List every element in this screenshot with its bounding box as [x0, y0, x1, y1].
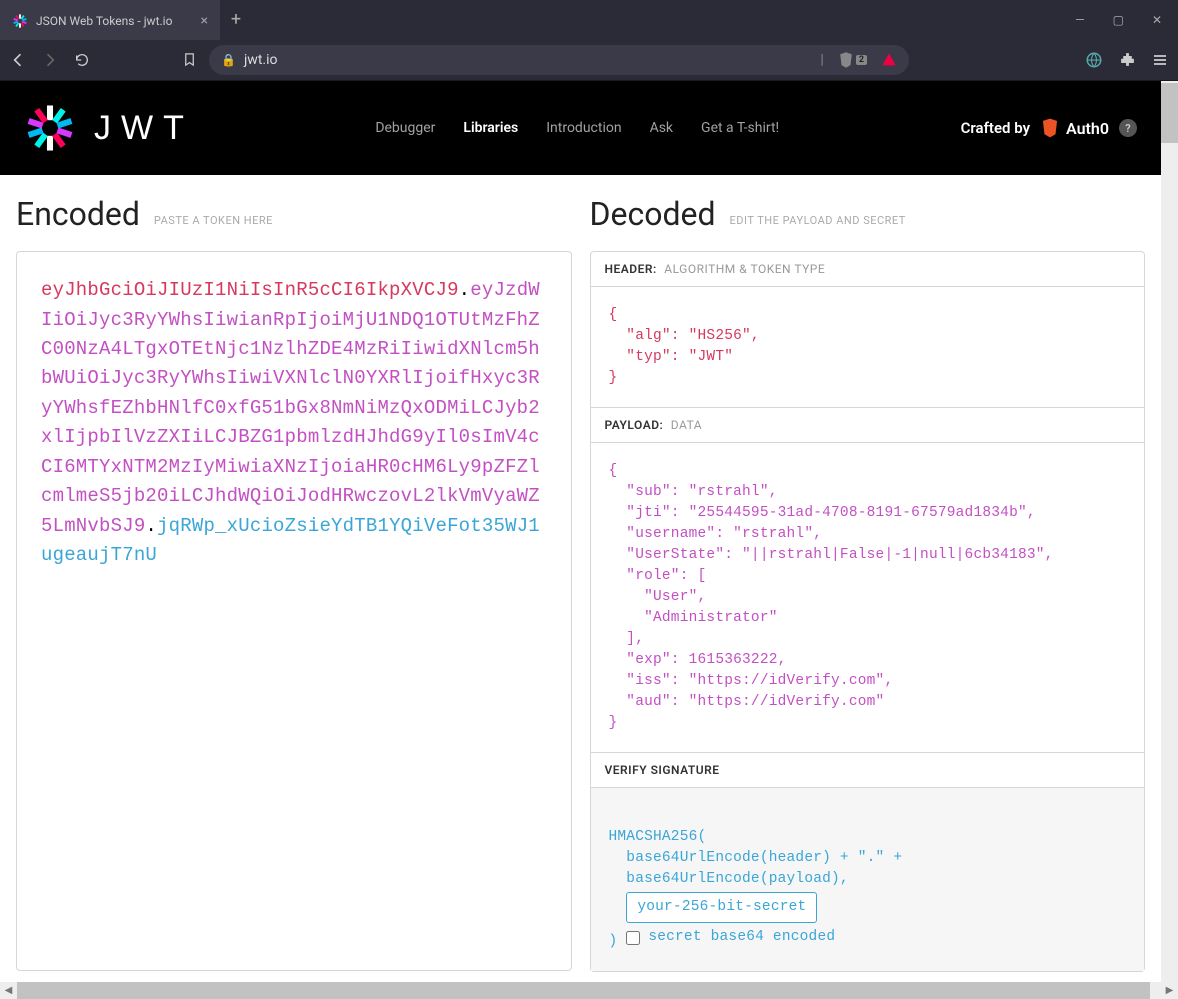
close-tab-icon[interactable]: × [201, 13, 208, 29]
hscroll-left-arrow[interactable]: ◀ [0, 985, 17, 996]
site-header: JWT Debugger Libraries Introduction Ask … [0, 81, 1161, 175]
nav-tshirt[interactable]: Get a T-shirt! [701, 120, 779, 136]
token-header-segment: eyJhbGciOiJIUzI1NiIsInR5cCI6IkpXVCJ9 [41, 279, 459, 301]
reload-icon[interactable] [74, 52, 90, 68]
brave-rewards-icon[interactable] [881, 51, 897, 69]
encoded-title: Encoded [16, 195, 140, 233]
payload-json-editor[interactable]: { "sub": "rstrahl", "jti": "25544595-31a… [591, 443, 1145, 752]
auth0-logo[interactable]: Auth0 [1040, 117, 1109, 139]
jwt-logo-text: JWT [94, 109, 194, 148]
forward-icon[interactable] [42, 52, 58, 68]
signature-section-label: VERIFY SIGNATURE [591, 752, 1145, 788]
horizontal-scrollbar-thumb[interactable] [17, 982, 1150, 999]
nav-ask[interactable]: Ask [650, 120, 673, 136]
translate-icon[interactable] [1085, 51, 1103, 69]
secret-base64-label: secret base64 encoded [648, 927, 835, 948]
extensions-icon[interactable] [1119, 51, 1136, 68]
nav-introduction[interactable]: Introduction [546, 120, 621, 136]
horizontal-scrollbar[interactable]: ◀ ▶ [0, 982, 1178, 999]
secret-input[interactable]: your-256-bit-secret [626, 892, 817, 923]
jwt-favicon [12, 13, 28, 29]
payload-section-label: PAYLOAD: DATA [591, 407, 1145, 443]
token-dot: . [145, 515, 157, 537]
browser-tab-bar: JSON Web Tokens - jwt.io × + — ▢ ✕ [0, 0, 1178, 40]
browser-toolbar: 🔒 jwt.io | 2 [0, 40, 1178, 82]
encoded-textarea[interactable]: eyJhbGciOiJIUzI1NiIsInR5cCI6IkpXVCJ9.eyJ… [16, 251, 572, 971]
menu-icon[interactable] [1152, 52, 1168, 68]
vertical-scrollbar[interactable] [1161, 81, 1178, 982]
decoded-hint: EDIT THE PAYLOAD AND SECRET [730, 214, 906, 233]
url-input[interactable]: 🔒 jwt.io | 2 [209, 45, 909, 75]
brave-shield-badge[interactable]: 2 [834, 49, 871, 71]
page-viewport: JWT Debugger Libraries Introduction Ask … [0, 81, 1161, 982]
header-json-editor[interactable]: { "alg": "HS256", "typ": "JWT" } [591, 287, 1145, 407]
signature-editor[interactable]: HMACSHA256( base64UrlEncode(header) + ".… [591, 788, 1145, 971]
decoded-column: Decoded EDIT THE PAYLOAD AND SECRET HEAD… [590, 195, 1146, 972]
vertical-scrollbar-thumb[interactable] [1161, 83, 1178, 143]
back-icon[interactable] [10, 52, 26, 68]
jwt-logo[interactable]: JWT [24, 102, 194, 154]
separator: | [820, 52, 823, 68]
url-text: jwt.io [244, 52, 278, 68]
crafted-by-text: Crafted by [961, 119, 1030, 137]
close-window-icon[interactable]: ✕ [1152, 13, 1162, 27]
browser-tab-active[interactable]: JSON Web Tokens - jwt.io × [0, 0, 220, 40]
hscroll-right-arrow[interactable]: ▶ [1161, 985, 1178, 996]
nav-debugger[interactable]: Debugger [375, 120, 435, 136]
lock-icon: 🔒 [221, 53, 236, 67]
bookmark-icon[interactable] [182, 52, 197, 67]
help-icon[interactable]: ? [1119, 119, 1137, 137]
nav-libraries[interactable]: Libraries [463, 120, 518, 136]
main-nav: Debugger Libraries Introduction Ask Get … [375, 120, 779, 136]
token-dot: . [459, 279, 471, 301]
auth0-shield-icon [1040, 117, 1060, 139]
header-section-label: HEADER: ALGORITHM & TOKEN TYPE [591, 252, 1145, 287]
window-controls: — ▢ ✕ [1075, 0, 1178, 40]
crafted-by: Crafted by Auth0 ? [961, 117, 1137, 139]
secret-base64-checkbox[interactable] [626, 931, 640, 945]
maximize-icon[interactable]: ▢ [1113, 13, 1124, 27]
token-payload-segment: eyJzdWIiOiJyc3RyYWhsIiwianRpIjoiMjU1NDQ1… [41, 279, 540, 537]
new-tab-button[interactable]: + [220, 0, 252, 40]
auth0-text: Auth0 [1066, 119, 1109, 138]
tab-title: JSON Web Tokens - jwt.io [36, 14, 172, 28]
decoded-title: Decoded [590, 195, 716, 233]
jwt-star-icon [24, 102, 76, 154]
shield-count: 2 [856, 55, 867, 65]
encoded-column: Encoded PASTE A TOKEN HERE eyJhbGciOiJIU… [16, 195, 572, 972]
minimize-icon[interactable]: — [1075, 13, 1084, 27]
encoded-hint: PASTE A TOKEN HERE [154, 214, 273, 233]
